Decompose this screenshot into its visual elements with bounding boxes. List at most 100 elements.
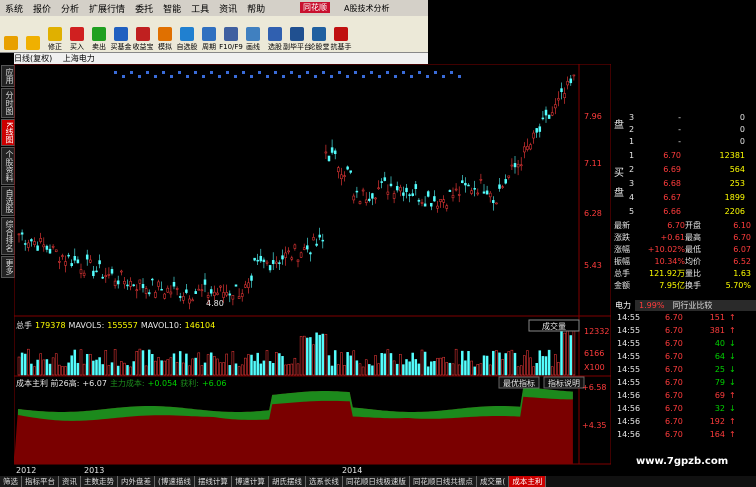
volume-bar bbox=[408, 361, 411, 376]
menu-item-4[interactable]: 委托 bbox=[130, 2, 158, 15]
left-tab-3[interactable]: 个股资料 bbox=[1, 147, 15, 186]
indicator-tab-1[interactable]: 指标平台 bbox=[22, 476, 59, 487]
candle bbox=[33, 241, 36, 245]
tick-time: 14:55 bbox=[617, 365, 641, 374]
volume-bar bbox=[42, 359, 46, 376]
indicator-tab-active[interactable]: 成本主利 bbox=[509, 476, 547, 487]
menu-item-0[interactable]: 系统 bbox=[0, 2, 28, 15]
buy-side-label: 盘 bbox=[614, 188, 624, 199]
indicator-tab-2[interactable]: 资讯 bbox=[59, 476, 81, 487]
indicator-tab-10[interactable]: 同花顺日线极速版 bbox=[342, 476, 410, 487]
indicator-tab-0[interactable]: 筛选 bbox=[0, 476, 22, 487]
candle bbox=[126, 284, 129, 287]
indicator-tab-3[interactable]: 主数走势 bbox=[81, 476, 118, 487]
toolbar-button-9[interactable]: 周期 bbox=[198, 16, 220, 52]
price-axis-label: 7.11 bbox=[584, 159, 602, 168]
volume-bar bbox=[287, 364, 290, 376]
grid-icon bbox=[4, 36, 18, 50]
candle bbox=[513, 163, 517, 168]
volume-bar bbox=[392, 360, 396, 376]
menu-item-6[interactable]: 工具 bbox=[186, 2, 214, 15]
toolbar-button-11[interactable]: 画线 bbox=[242, 16, 264, 52]
left-tab-4[interactable]: 自选股 bbox=[1, 186, 15, 217]
menu-item-2[interactable]: 分析 bbox=[56, 2, 84, 15]
left-tab-5[interactable]: 综合排名 bbox=[1, 217, 15, 256]
indicator-tab-8[interactable]: 胡氏摆线 bbox=[268, 476, 306, 487]
indicator-tab-6[interactable]: 摆线计算 bbox=[194, 476, 232, 487]
candle bbox=[299, 252, 303, 258]
candle bbox=[293, 244, 297, 249]
panel-tab-0[interactable]: 电力 bbox=[611, 300, 635, 311]
menu-item-5[interactable]: 智能 bbox=[158, 2, 186, 15]
volume-bar bbox=[200, 365, 204, 376]
candle bbox=[20, 232, 24, 235]
candle bbox=[516, 163, 520, 168]
left-tab-6[interactable]: 更多 bbox=[1, 256, 15, 279]
candle bbox=[414, 184, 418, 190]
simulate-icon bbox=[158, 27, 172, 41]
toolbar-button-4[interactable]: 卖出 bbox=[88, 16, 110, 52]
toolbar-button-7[interactable]: 模拟 bbox=[154, 16, 176, 52]
draw-icon bbox=[246, 27, 260, 41]
vol-header-label: 总手 bbox=[16, 320, 32, 330]
candle bbox=[420, 202, 424, 204]
toolbar-label: 选股 bbox=[268, 43, 282, 51]
tick-volume: 69 bbox=[714, 391, 725, 400]
toolbar-button-8[interactable]: 自选股 bbox=[176, 16, 198, 52]
toolbar-button-3[interactable]: 买入 bbox=[66, 16, 88, 52]
indicator-tab-9[interactable]: 选系长线 bbox=[305, 476, 343, 487]
toolbar-button-6[interactable]: 收益宝 bbox=[132, 16, 154, 52]
toolbar-button-15[interactable]: 抗基手 bbox=[330, 16, 352, 52]
indicator-tab-5[interactable]: (博速描线 bbox=[155, 476, 195, 487]
toolbar-button-5[interactable]: 买基金 bbox=[110, 16, 132, 52]
volume-bar bbox=[107, 365, 111, 376]
toolbar-button-0[interactable] bbox=[0, 16, 22, 52]
panel-tab-2[interactable]: 同行业比较 bbox=[668, 300, 716, 311]
menu-item-7[interactable]: 资讯 bbox=[214, 2, 242, 15]
indicator-tab-4[interactable]: 内外盘差 bbox=[118, 476, 155, 487]
toolbar-button-2[interactable]: 修正 bbox=[44, 16, 66, 52]
panel-tab-1[interactable]: 1.99% bbox=[635, 300, 668, 311]
volume-bar bbox=[541, 356, 545, 376]
tick-price: 6.70 bbox=[665, 404, 683, 413]
event-marker bbox=[298, 75, 301, 78]
candle bbox=[250, 275, 253, 281]
buy-level: 3 bbox=[629, 179, 635, 188]
toolbar-button-13[interactable]: 副毕平台 bbox=[283, 16, 311, 52]
period-label[interactable]: 日线(复权) bbox=[14, 54, 52, 63]
menu-item-8[interactable]: 帮助 bbox=[242, 2, 270, 15]
candle bbox=[535, 128, 538, 133]
left-tab-2[interactable]: K线图 bbox=[1, 119, 15, 147]
volume-bar bbox=[151, 354, 154, 376]
volume-bar bbox=[442, 356, 445, 376]
indicator-tab-7[interactable]: 博速计算 bbox=[231, 476, 269, 487]
tick-volume: 192 bbox=[709, 417, 725, 426]
volume-bar bbox=[532, 366, 535, 376]
candle bbox=[141, 284, 145, 289]
quote-value: 6.70 bbox=[733, 233, 751, 242]
toolbar-button-1[interactable] bbox=[22, 16, 44, 52]
volume-bar bbox=[163, 360, 166, 376]
toolbar-button-14[interactable]: 论股堂 bbox=[308, 16, 330, 52]
kline-chart[interactable]: 7.96 7.11 6.28 5.43 4.80 总手 179378 MAVOL5: 15555… bbox=[14, 64, 611, 476]
volume-bar bbox=[188, 365, 191, 376]
tick-row: 14:56 6.70 32 ↓ bbox=[611, 403, 756, 415]
vol-header-ma5: 155557 bbox=[107, 321, 138, 330]
indicator-tab-11[interactable]: 同花顺日线共振点 bbox=[409, 476, 477, 487]
app-title: A股技术分析 bbox=[344, 4, 390, 13]
tick-row: 14:56 6.70 164 ↑ bbox=[611, 429, 756, 441]
quote-value: 5.70% bbox=[725, 281, 751, 290]
toolbar-label: 模拟 bbox=[158, 43, 172, 51]
volume-bar bbox=[58, 364, 61, 376]
indicator-tab-12[interactable]: 成交量( bbox=[476, 476, 510, 487]
left-tab-1[interactable]: 分时图 bbox=[1, 88, 15, 118]
buy-volume: 564 bbox=[729, 165, 745, 174]
buy-volume: 2206 bbox=[724, 207, 745, 216]
menu-item-3[interactable]: 扩展行情 bbox=[84, 2, 130, 15]
toolbar-button-10[interactable]: F10/F9 bbox=[219, 16, 243, 52]
up-arrow-icon: ↑ bbox=[729, 313, 736, 322]
toolbar-label: 抗基手 bbox=[330, 43, 352, 51]
left-tab-0[interactable]: 应用 bbox=[1, 65, 15, 87]
menu-item-1[interactable]: 报价 bbox=[28, 2, 56, 15]
candle bbox=[178, 296, 182, 298]
